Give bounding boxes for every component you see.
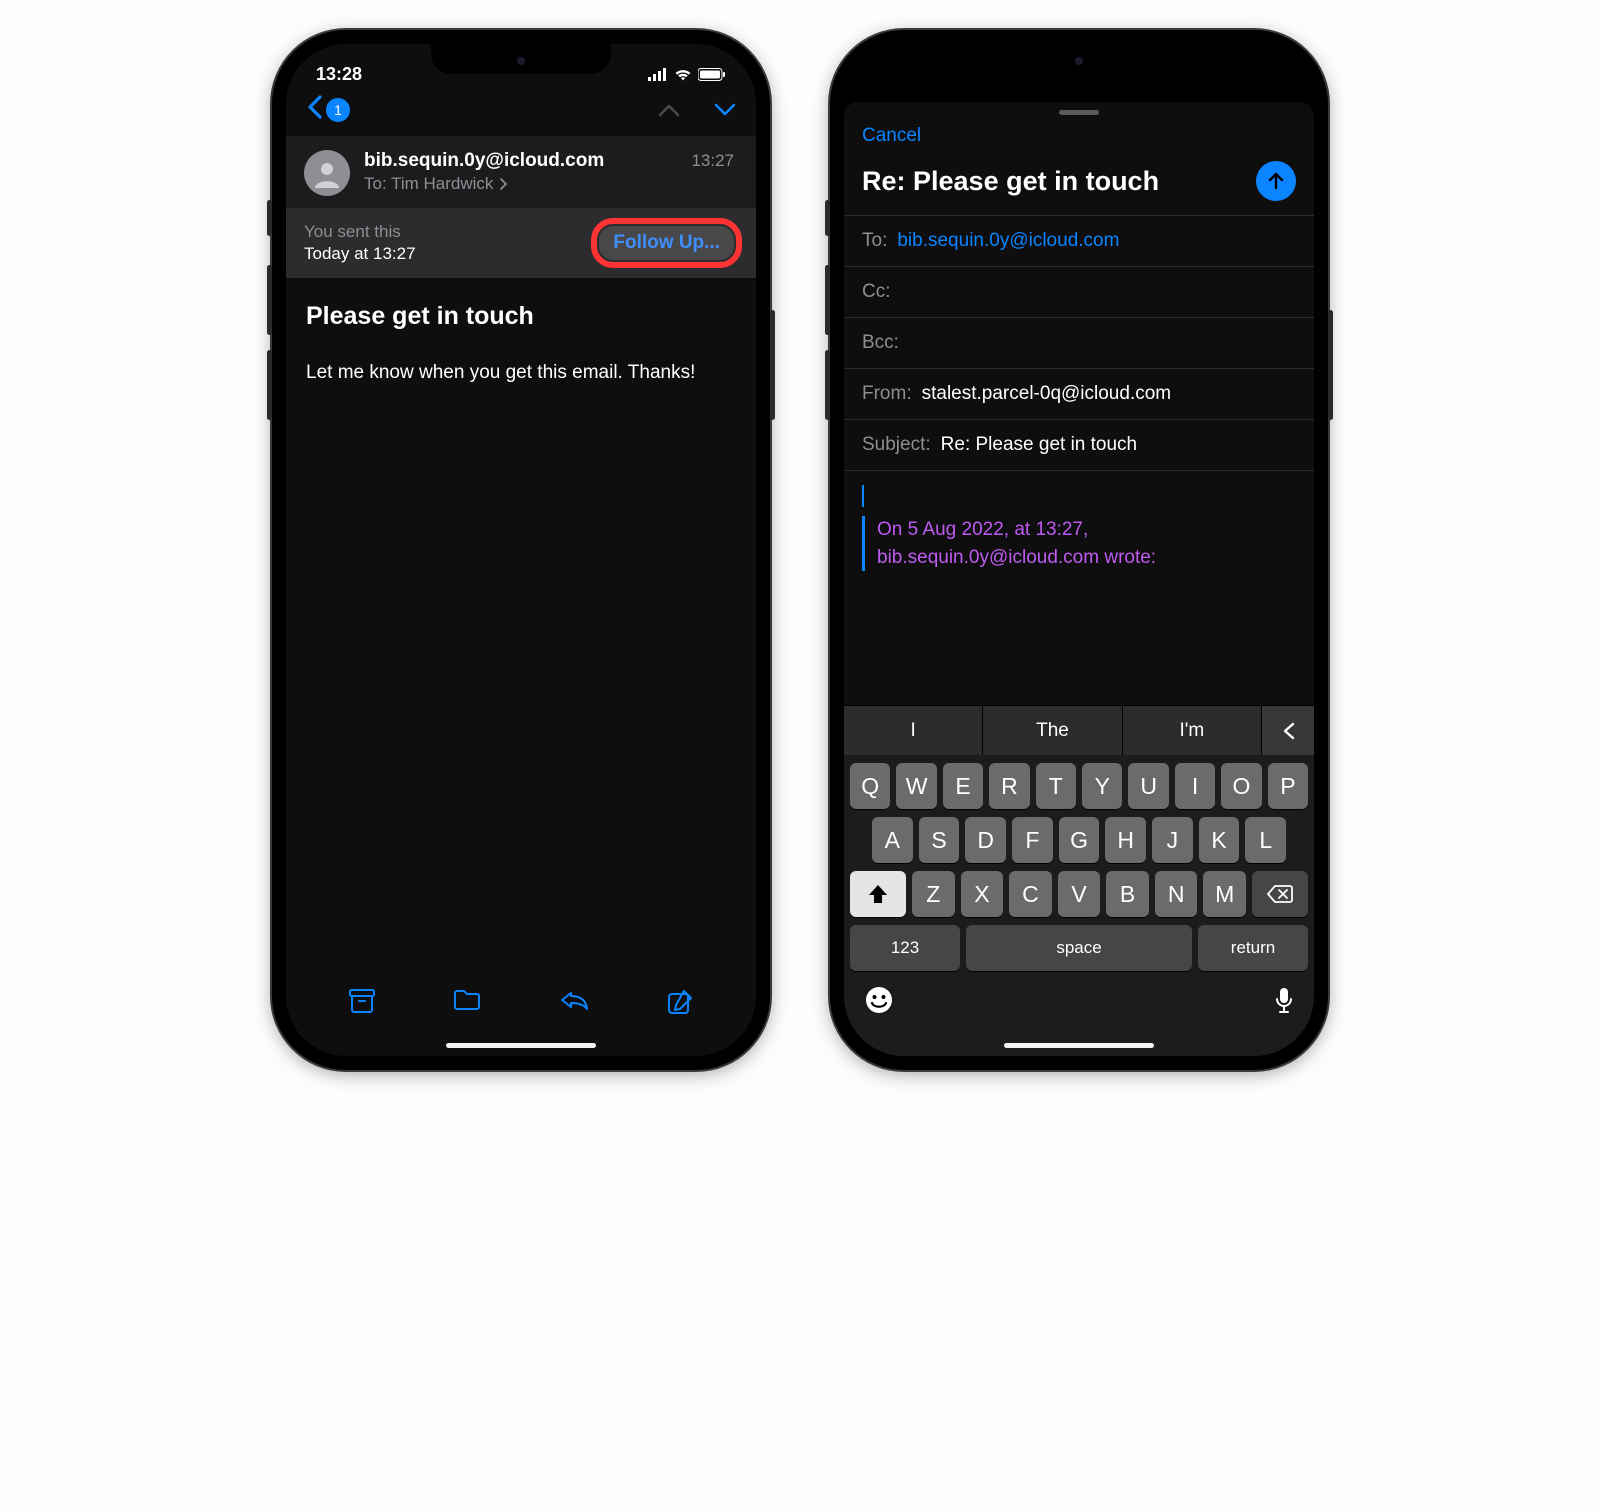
key-f[interactable]: F (1012, 817, 1053, 863)
key-j[interactable]: J (1152, 817, 1193, 863)
battery-icon (698, 68, 726, 81)
key-c[interactable]: C (1009, 871, 1052, 917)
from-value: stalest.parcel-0q@icloud.com (922, 383, 1172, 405)
numbers-key[interactable]: 123 (850, 925, 960, 971)
archive-icon[interactable] (349, 989, 375, 1020)
home-indicator[interactable] (1004, 1043, 1154, 1048)
prediction-3[interactable]: I'm (1123, 706, 1262, 755)
wifi-icon (674, 68, 692, 81)
prediction-2[interactable]: The (983, 706, 1122, 755)
home-indicator[interactable] (446, 1043, 596, 1048)
follow-up-banner: You sent this Today at 13:27 Follow Up..… (286, 208, 756, 278)
to-value: bib.sequin.0y@icloud.com (897, 230, 1119, 252)
key-n[interactable]: N (1155, 871, 1198, 917)
space-key[interactable]: space (966, 925, 1192, 971)
key-g[interactable]: G (1059, 817, 1100, 863)
cc-field[interactable]: Cc: (844, 266, 1314, 317)
predictive-row: I The I'm (844, 705, 1314, 755)
key-x[interactable]: X (961, 871, 1004, 917)
highlight-annotation: Follow Up... (591, 218, 742, 268)
collapse-predictions[interactable] (1262, 706, 1314, 755)
chevron-left-icon (306, 93, 322, 127)
return-key[interactable]: return (1198, 925, 1308, 971)
compose-sheet: Cancel Re: Please get in touch To: bib.s… (844, 102, 1314, 1056)
move-icon[interactable] (453, 989, 481, 1020)
message-body: Please get in touch Let me know when you… (286, 278, 756, 411)
key-u[interactable]: U (1128, 763, 1168, 809)
prediction-1[interactable]: I (844, 706, 983, 755)
key-d[interactable]: D (965, 817, 1006, 863)
text-cursor (862, 485, 864, 507)
key-t[interactable]: T (1036, 763, 1076, 809)
next-message-button[interactable] (714, 96, 736, 124)
sheet-grabber[interactable] (1059, 110, 1099, 115)
backspace-key[interactable] (1252, 871, 1308, 917)
back-button[interactable]: 1 (306, 93, 350, 127)
key-a[interactable]: A (872, 817, 913, 863)
subject-field[interactable]: Subject: Re: Please get in touch (844, 419, 1314, 470)
key-k[interactable]: K (1199, 817, 1240, 863)
key-p[interactable]: P (1268, 763, 1308, 809)
compose-title: Re: Please get in touch (862, 166, 1159, 197)
key-m[interactable]: M (1203, 871, 1246, 917)
iphone-right: 13:29 Cancel Re: Please get in touch To: (830, 30, 1328, 1070)
quoted-text: On 5 Aug 2022, at 13:27, bib.sequin.0y@i… (862, 516, 1296, 571)
sent-label: You sent this (304, 221, 416, 243)
message-time: 13:27 (691, 151, 738, 171)
bcc-field[interactable]: Bcc: (844, 317, 1314, 368)
reply-icon[interactable] (559, 989, 589, 1020)
key-b[interactable]: B (1106, 871, 1149, 917)
key-s[interactable]: S (919, 817, 960, 863)
avatar[interactable] (304, 150, 350, 196)
key-r[interactable]: R (989, 763, 1029, 809)
message-content: Let me know when you get this email. Tha… (306, 359, 736, 387)
bottom-toolbar (286, 989, 756, 1030)
dictation-key[interactable] (1274, 986, 1294, 1021)
shift-key[interactable] (850, 871, 906, 917)
compose-icon[interactable] (667, 989, 693, 1020)
to-field[interactable]: To: Tim Hardwick (364, 174, 738, 194)
compose-body[interactable]: On 5 Aug 2022, at 13:27, bib.sequin.0y@i… (844, 470, 1314, 589)
keyboard: I The I'm QWERTYUIOP ASDFGHJKL ZXCVBNM 1… (844, 705, 1314, 1056)
cellular-icon (648, 68, 668, 81)
key-v[interactable]: V (1058, 871, 1101, 917)
subject-value: Re: Please get in touch (941, 434, 1137, 456)
iphone-left: 13:28 1 (272, 30, 770, 1070)
mail-nav-bar: 1 (286, 92, 756, 136)
to-field[interactable]: To: bib.sequin.0y@icloud.com (844, 215, 1314, 266)
key-y[interactable]: Y (1082, 763, 1122, 809)
key-o[interactable]: O (1221, 763, 1261, 809)
unread-badge: 1 (326, 98, 350, 122)
emoji-key[interactable] (864, 985, 894, 1022)
from-address[interactable]: bib.sequin.0y@icloud.com (364, 150, 604, 172)
key-z[interactable]: Z (912, 871, 955, 917)
message-header: bib.sequin.0y@icloud.com 13:27 To: Tim H… (286, 136, 756, 208)
sent-time: Today at 13:27 (304, 243, 416, 265)
follow-up-button[interactable]: Follow Up... (599, 226, 734, 260)
key-l[interactable]: L (1245, 817, 1286, 863)
prev-message-button[interactable] (658, 96, 680, 124)
key-q[interactable]: Q (850, 763, 890, 809)
send-button[interactable] (1256, 161, 1296, 201)
key-i[interactable]: I (1175, 763, 1215, 809)
key-h[interactable]: H (1105, 817, 1146, 863)
key-e[interactable]: E (943, 763, 983, 809)
status-time: 13:28 (316, 64, 362, 85)
cancel-button[interactable]: Cancel (862, 125, 921, 147)
message-subject: Please get in touch (306, 302, 736, 331)
key-w[interactable]: W (896, 763, 936, 809)
from-field[interactable]: From: stalest.parcel-0q@icloud.com (844, 368, 1314, 419)
